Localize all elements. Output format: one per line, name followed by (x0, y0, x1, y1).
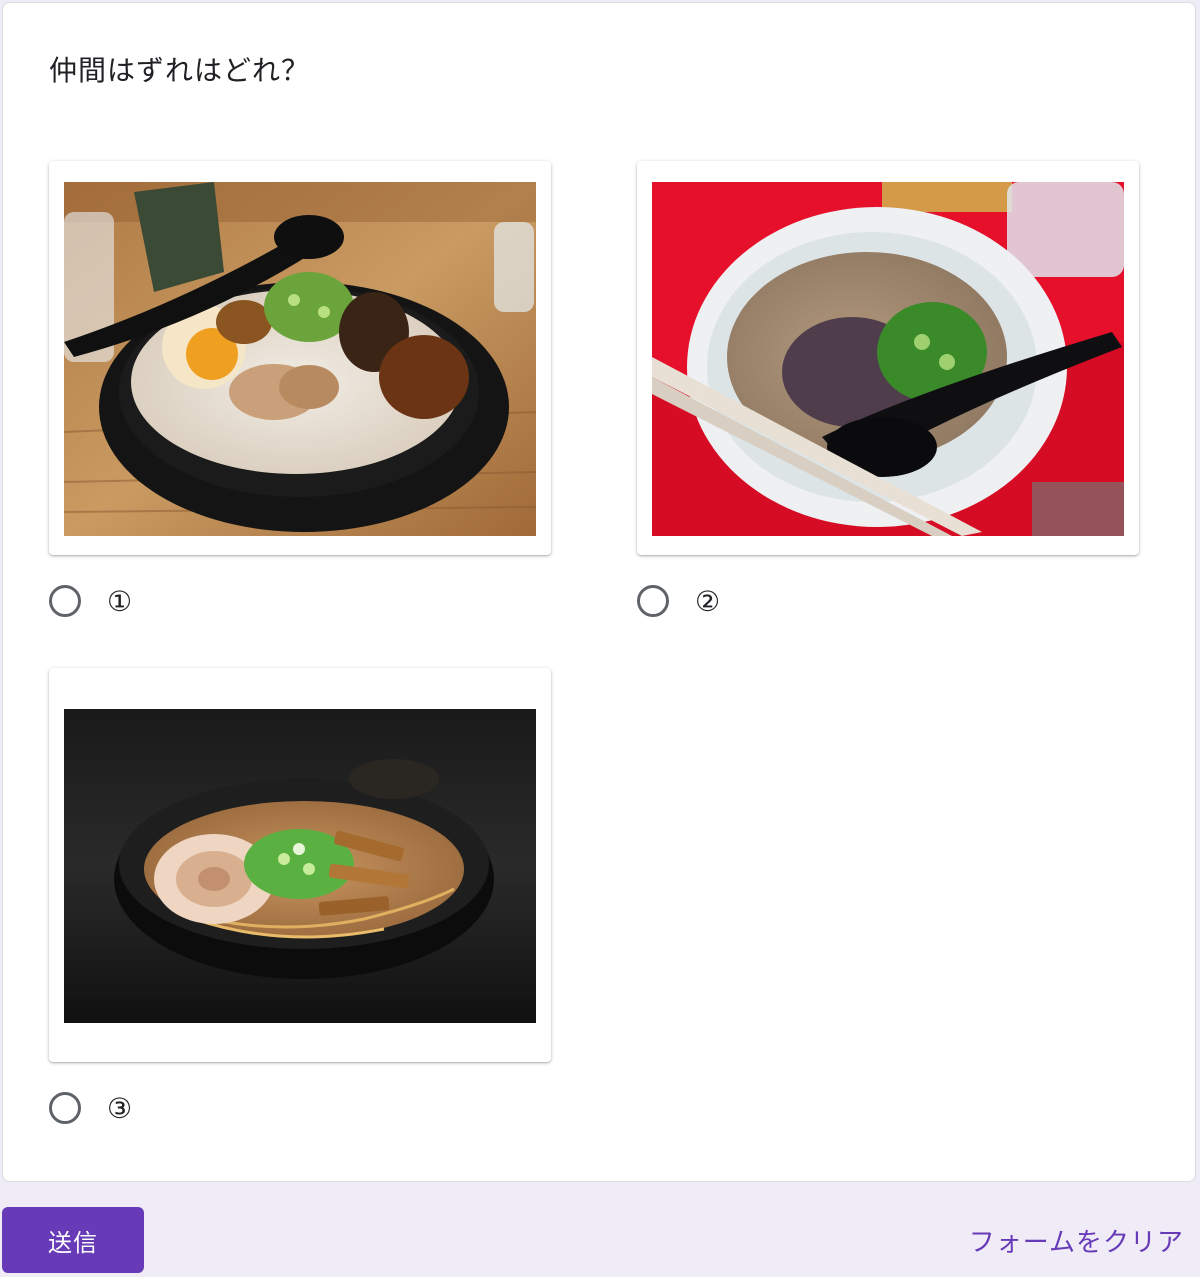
option-2-image-frame (637, 161, 1139, 555)
option-2-label: ② (695, 584, 721, 618)
form-question-card: 仲間はずれはどれ？ ① ② ③ (2, 2, 1196, 1182)
option-1-radio[interactable] (49, 585, 81, 617)
option-3-image-frame (49, 668, 551, 1062)
option-3-image (64, 709, 536, 1023)
option-3-label: ③ (107, 1091, 133, 1125)
option-3: ③ (49, 668, 553, 1125)
question-title: 仲間はずれはどれ？ (49, 54, 311, 87)
submit-button[interactable]: 送信 (2, 1207, 144, 1273)
option-2-choice[interactable]: ② (637, 581, 720, 621)
option-3-radio[interactable] (49, 1092, 81, 1124)
option-2-radio[interactable] (637, 585, 669, 617)
option-1-image-frame (49, 161, 551, 555)
option-3-choice[interactable]: ③ (49, 1088, 132, 1128)
option-1-choice[interactable]: ① (49, 581, 132, 621)
option-1-label: ① (107, 584, 133, 618)
option-1: ① (49, 161, 553, 618)
option-2-image (652, 182, 1124, 536)
option-1-image (64, 182, 536, 536)
option-2: ② (637, 161, 1141, 618)
clear-form-link[interactable]: フォームをクリア (969, 1222, 1184, 1259)
